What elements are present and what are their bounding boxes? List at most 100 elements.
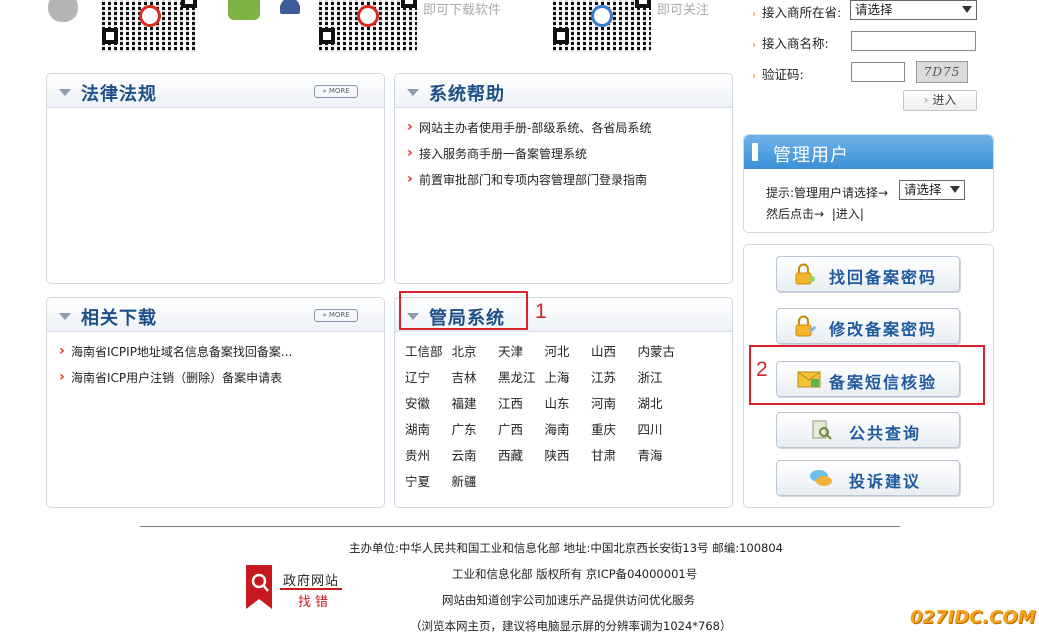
download-tip: 即可下载软件 bbox=[423, 3, 502, 18]
help-link[interactable]: 接入服务商手册一备案管理系统 bbox=[407, 145, 651, 172]
help-panel: 系统帮助 网站主办者使用手册-部级系统、各省局系统 接入服务商手册一备案管理系统… bbox=[394, 73, 733, 284]
download-link[interactable]: 海南省ICPIP地址域名信息备案找回备案... bbox=[59, 343, 292, 370]
footer-divider bbox=[140, 526, 900, 527]
province-link[interactable]: 湖北 bbox=[638, 396, 685, 422]
recover-password-button[interactable]: 找回备案密码 bbox=[776, 256, 960, 292]
laws-title: 法律法规 bbox=[81, 84, 157, 105]
provider-name-label: 接入商名称: bbox=[762, 36, 829, 51]
downloads-panel: 相关下载 » MORE 海南省ICPIP地址域名信息备案找回备案... 海南省I… bbox=[46, 297, 385, 508]
province-link[interactable]: 贵州 bbox=[405, 448, 452, 474]
help-title: 系统帮助 bbox=[429, 84, 505, 105]
province-link[interactable]: 广东 bbox=[452, 422, 499, 448]
provider-name-row: › 接入商名称: bbox=[752, 36, 829, 51]
complaint-label: 投诉建议 bbox=[849, 472, 922, 491]
province-link[interactable]: 吉林 bbox=[452, 370, 499, 396]
province-link[interactable]: 福建 bbox=[452, 396, 499, 422]
annotation-number-2: 2 bbox=[756, 358, 768, 381]
province-link[interactable]: 云南 bbox=[452, 448, 499, 474]
highlight-box-1 bbox=[399, 291, 528, 330]
province-link[interactable]: 湖南 bbox=[405, 422, 452, 448]
modify-label: 修改备案密码 bbox=[829, 320, 938, 339]
gov-divider bbox=[280, 588, 342, 590]
collapse-triangle-icon bbox=[407, 89, 419, 96]
province-link[interactable]: 上海 bbox=[545, 370, 592, 396]
annotation-number-1: 1 bbox=[535, 300, 547, 323]
more-button[interactable]: » MORE bbox=[314, 309, 358, 322]
captcha-input[interactable] bbox=[851, 62, 905, 82]
province-select-value: 请选择 bbox=[855, 2, 893, 17]
province-link[interactable]: 工信部 bbox=[405, 344, 452, 370]
province-label: 接入商所在省: bbox=[762, 5, 842, 20]
province-link[interactable]: 辽宁 bbox=[405, 370, 452, 396]
province-link[interactable]: 江西 bbox=[498, 396, 545, 422]
then-click-label: 然后点击→ bbox=[766, 207, 825, 221]
province-link[interactable]: 重庆 bbox=[591, 422, 638, 448]
collapse-triangle-icon bbox=[59, 313, 71, 320]
public-query-label: 公共查询 bbox=[849, 424, 922, 443]
province-link[interactable]: 安徽 bbox=[405, 396, 452, 422]
more-label: MORE bbox=[328, 311, 350, 319]
footer-service: 网站由知道创宇公司加速乐产品提供访问优化服务 bbox=[442, 593, 695, 607]
qr-code bbox=[553, 0, 651, 52]
help-link[interactable]: 前置审批部门和专项内容管理部门登录指南 bbox=[407, 171, 651, 198]
captcha-image[interactable]: 7D75 bbox=[916, 61, 968, 83]
complaint-button[interactable]: 投诉建议 bbox=[776, 460, 960, 496]
recover-label: 找回备案密码 bbox=[829, 268, 938, 287]
manager-then: 然后点击→ |进入| bbox=[766, 205, 864, 222]
search-document-icon bbox=[812, 420, 832, 440]
manager-enter-link[interactable]: |进入| bbox=[832, 207, 864, 221]
gov-find-error[interactable]: 找错 bbox=[298, 591, 332, 610]
manager-select[interactable]: 请选择 bbox=[899, 180, 965, 200]
footer-resolution-tip: （浏览本网主页，建议将电脑显示屏的分辨率调为1024*768） bbox=[410, 619, 732, 633]
android-icon[interactable] bbox=[228, 0, 260, 20]
province-row: › 接入商所在省: bbox=[752, 5, 842, 20]
province-link[interactable]: 宁夏 bbox=[405, 474, 452, 500]
province-grid: 工信部 北京 天津 河北 山西 内蒙古辽宁 吉林 黑龙江 上海 江苏 浙江安徽 福建 江西 山东 河南 湖北湖… bbox=[405, 344, 725, 500]
province-link[interactable]: 海南 bbox=[545, 422, 592, 448]
province-link[interactable]: 山西 bbox=[591, 344, 638, 370]
chevron-down-icon bbox=[962, 6, 972, 13]
watermark: 027IDC.COM bbox=[910, 607, 1036, 628]
download-link[interactable]: 海南省ICP用户注销（删除）备案申请表 bbox=[59, 369, 292, 396]
enter-button-label: 进入 bbox=[932, 93, 957, 107]
modify-password-button[interactable]: 修改备案密码 bbox=[776, 308, 960, 344]
province-link[interactable]: 甘肃 bbox=[591, 448, 638, 474]
header-bar-icon bbox=[752, 143, 758, 161]
ios-badge-icon[interactable] bbox=[280, 0, 300, 14]
captcha-row: › 验证码: bbox=[752, 67, 804, 82]
manager-select-value: 请选择 bbox=[904, 182, 942, 197]
more-label: MORE bbox=[328, 87, 350, 95]
province-link[interactable]: 西藏 bbox=[498, 448, 545, 474]
follow-tip: 即可关注 bbox=[657, 3, 710, 18]
province-link[interactable]: 青海 bbox=[638, 448, 685, 474]
province-link[interactable]: 河南 bbox=[591, 396, 638, 422]
province-select[interactable]: 请选择 bbox=[850, 0, 977, 20]
manager-title: 管理用户 bbox=[773, 145, 849, 166]
province-link[interactable]: 四川 bbox=[638, 422, 685, 448]
lock-key-icon bbox=[795, 263, 815, 285]
manager-panel: 管理用户 提示:管理用户请选择→ 请选择 然后点击→ |进入| bbox=[743, 134, 994, 233]
gov-site-title[interactable]: 政府网站 bbox=[283, 570, 339, 589]
laws-panel: 法律法规 » MORE bbox=[46, 73, 385, 284]
enter-button[interactable]: › 进入 bbox=[903, 90, 977, 111]
province-link[interactable]: 新疆 bbox=[452, 474, 499, 500]
province-link[interactable]: 江苏 bbox=[591, 370, 638, 396]
highlight-box-2 bbox=[749, 345, 985, 405]
apple-icon[interactable] bbox=[48, 0, 78, 22]
province-link[interactable]: 天津 bbox=[498, 344, 545, 370]
more-button[interactable]: » MORE bbox=[314, 85, 358, 98]
province-link[interactable]: 内蒙古 bbox=[638, 344, 685, 370]
gov-error-report-icon[interactable] bbox=[246, 565, 272, 609]
chat-bubbles-icon bbox=[810, 470, 832, 486]
help-link[interactable]: 网站主办者使用手册-部级系统、各省局系统 bbox=[407, 119, 651, 146]
province-link[interactable]: 广西 bbox=[498, 422, 545, 448]
province-link[interactable]: 北京 bbox=[452, 344, 499, 370]
lock-edit-icon bbox=[795, 315, 817, 337]
province-link[interactable]: 黑龙江 bbox=[498, 370, 545, 396]
province-link[interactable]: 浙江 bbox=[638, 370, 685, 396]
province-link[interactable]: 陕西 bbox=[545, 448, 592, 474]
provider-name-input[interactable] bbox=[851, 31, 976, 51]
province-link[interactable]: 山东 bbox=[545, 396, 592, 422]
province-link[interactable]: 河北 bbox=[545, 344, 592, 370]
public-query-button[interactable]: 公共查询 bbox=[776, 412, 960, 448]
